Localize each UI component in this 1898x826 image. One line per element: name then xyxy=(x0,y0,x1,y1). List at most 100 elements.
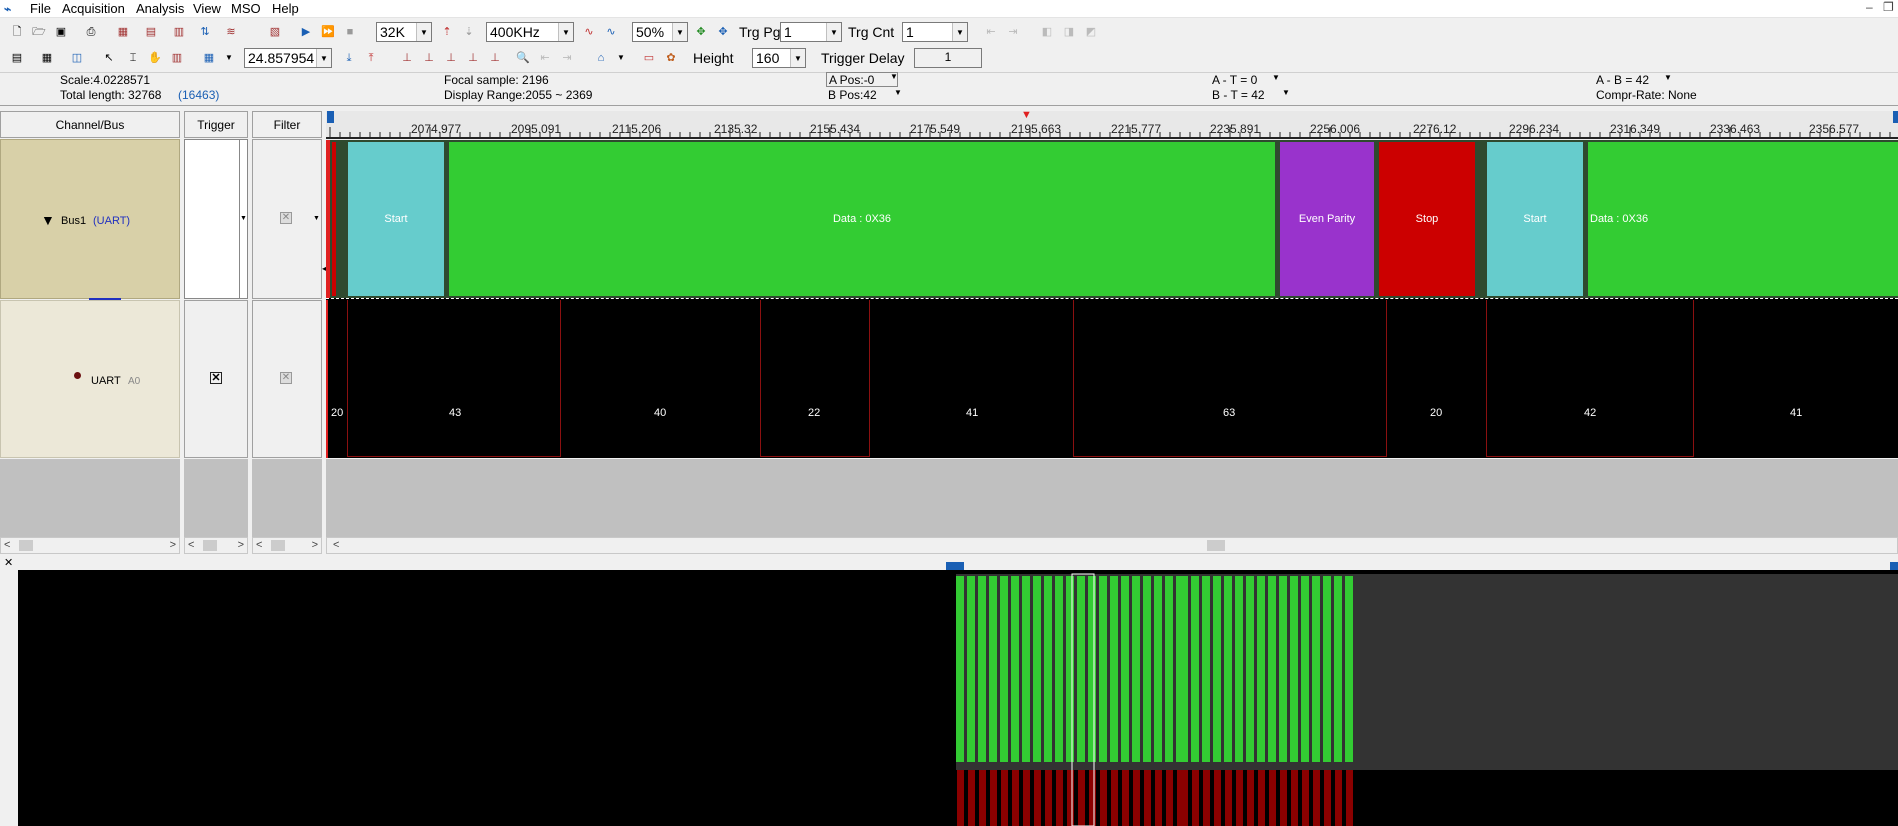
scroll-right-icon[interactable]: > xyxy=(238,539,244,551)
bus-filter-cell[interactable]: ✕ ▼ xyxy=(252,139,322,299)
rate-decrease-icon[interactable]: ∿ xyxy=(602,23,620,41)
filter-checkbox-icon[interactable]: ✕ xyxy=(280,212,292,224)
palette-icon[interactable]: ✿ xyxy=(662,49,680,67)
zoom-grid-icon[interactable]: ▦ xyxy=(200,49,218,67)
sample-rate-select[interactable]: 400KHz ▼ xyxy=(486,22,574,42)
zoom-in-icon[interactable]: ⤓ xyxy=(340,49,358,67)
waveform-scrollbar[interactable]: < xyxy=(326,537,1898,554)
depth-select[interactable]: 32K ▼ xyxy=(376,22,432,42)
height-select[interactable]: 160 ▼ xyxy=(752,48,806,68)
home-icon[interactable]: ⌂ xyxy=(592,49,610,67)
depth-increase-icon[interactable]: ⇡ xyxy=(438,23,456,41)
bus-trigger-cell[interactable]: ▼ xyxy=(184,139,248,299)
filter-column-scrollbar[interactable]: < > xyxy=(252,537,322,554)
chevron-down-icon[interactable]: ▼ xyxy=(1664,73,1672,82)
channel-row[interactable]: UART A0 xyxy=(0,300,180,458)
zoom-select[interactable]: 24.857954 ▼ xyxy=(244,48,332,68)
bar-a-icon[interactable]: ⊥ xyxy=(398,49,416,67)
nav-prev-icon[interactable]: ◧ xyxy=(1038,23,1056,41)
chevron-down-icon[interactable]: ▼ xyxy=(894,88,902,97)
trigger-any-edge-icon[interactable]: ✕ xyxy=(210,372,222,384)
search-icon[interactable]: 🔍 xyxy=(514,49,532,67)
scroll-thumb[interactable] xyxy=(1207,540,1225,551)
pointer-icon[interactable]: ↖ xyxy=(100,49,118,67)
scroll-thumb[interactable] xyxy=(19,540,33,551)
menu-analysis[interactable]: Analysis xyxy=(136,1,184,16)
channel-settings-icon[interactable]: ▤ xyxy=(142,23,160,41)
chevron-down-icon[interactable]: ▼ xyxy=(1282,88,1290,97)
filter-checkbox-icon[interactable]: ✕ xyxy=(280,372,292,384)
stop-icon[interactable]: ■ xyxy=(341,23,359,41)
bus-row[interactable]: ▼ Bus1 (UART) xyxy=(0,139,180,300)
expand-triangle-icon[interactable]: ▼ xyxy=(41,212,55,228)
trg-cnt-select[interactable]: 1 ▼ xyxy=(902,22,968,42)
zoom-out-icon[interactable]: ⤒ xyxy=(362,49,380,67)
capture-settings-icon[interactable]: ▦ xyxy=(114,23,132,41)
trigger-delay-input[interactable]: 1 xyxy=(914,48,982,68)
decode-data-segment[interactable]: Data : 0X36 xyxy=(449,142,1275,296)
overview-panel[interactable] xyxy=(18,570,1898,826)
layers-icon[interactable]: ◫ xyxy=(68,49,86,67)
trigger-position-select[interactable]: 50% ▼ xyxy=(632,22,688,42)
nav-next-icon[interactable]: ◨ xyxy=(1060,23,1078,41)
a-pos-field[interactable]: A Pos:-0 xyxy=(826,72,898,87)
scroll-thumb[interactable] xyxy=(203,540,217,551)
channel-filter-cell[interactable]: ✕ xyxy=(252,300,322,458)
record-icon[interactable]: ▧ xyxy=(266,23,284,41)
run-icon[interactable]: ▶ xyxy=(297,23,315,41)
chevron-down-icon[interactable]: ▼ xyxy=(313,215,320,222)
search-prev-icon[interactable]: ⇤ xyxy=(536,49,554,67)
menu-help[interactable]: Help xyxy=(272,1,299,16)
new-file-icon[interactable]: 🗋 xyxy=(8,23,26,41)
trigger-column-scrollbar[interactable]: < > xyxy=(184,537,248,554)
close-icon[interactable]: ✕ xyxy=(4,556,13,569)
byte-cell[interactable] xyxy=(760,300,870,457)
overview-end-marker[interactable] xyxy=(1890,562,1898,570)
overview-start-marker[interactable] xyxy=(946,562,964,570)
trigger-marker-icon[interactable]: ▼ xyxy=(1021,109,1032,121)
position-right-icon[interactable]: ✥ xyxy=(714,23,732,41)
search-next-icon[interactable]: ⇥ xyxy=(558,49,576,67)
scroll-right-icon[interactable]: > xyxy=(312,539,318,551)
waveform-view-icon[interactable]: ▤ xyxy=(8,49,26,67)
chevron-down-icon[interactable]: ▼ xyxy=(890,72,898,81)
menu-acquisition[interactable]: Acquisition xyxy=(62,1,125,16)
menu-file[interactable]: File xyxy=(30,1,51,16)
print-icon[interactable]: ⎙ xyxy=(82,23,100,41)
open-folder-icon[interactable]: 🗁 xyxy=(30,23,48,41)
decode-stop-segment[interactable]: Stop xyxy=(1379,142,1475,296)
byte-cell[interactable] xyxy=(347,300,561,457)
bar-ab-icon[interactable]: ⊥ xyxy=(442,49,460,67)
restore-icon[interactable]: ❐ xyxy=(1883,0,1894,14)
chevron-down-icon[interactable]: ▼ xyxy=(240,215,247,222)
channel-trigger-cell[interactable]: ✕ xyxy=(184,300,248,458)
trg-pg-select[interactable]: 1 ▼ xyxy=(780,22,842,42)
channel-list-scrollbar[interactable]: < > xyxy=(0,537,180,554)
grid-view-icon[interactable]: ▦ xyxy=(38,49,56,67)
scroll-left-icon[interactable]: < xyxy=(333,539,339,551)
hand-icon[interactable]: ✋ xyxy=(146,49,164,67)
minimize-icon[interactable]: – xyxy=(1866,0,1873,14)
bar-all-icon[interactable]: ⊥ xyxy=(486,49,504,67)
decode-start-segment[interactable]: Start xyxy=(1487,142,1583,296)
byte-cell[interactable] xyxy=(1486,300,1694,457)
menu-mso[interactable]: MSO xyxy=(231,1,261,16)
scroll-left-icon[interactable]: < xyxy=(188,539,194,551)
bus-icon[interactable]: ▭ xyxy=(640,49,658,67)
decode-parity-segment[interactable]: Even Parity xyxy=(1280,142,1374,296)
bar-t-icon[interactable]: ⊥ xyxy=(464,49,482,67)
scroll-right-icon[interactable]: > xyxy=(170,539,176,551)
measure-icon[interactable]: ▥ xyxy=(168,49,186,67)
byte-cell[interactable] xyxy=(1073,300,1387,457)
continuous-run-icon[interactable]: ⏩ xyxy=(319,23,337,41)
logic-settings-icon[interactable]: ≋ xyxy=(222,23,240,41)
depth-decrease-icon[interactable]: ⇣ xyxy=(460,23,478,41)
ruler-start-marker[interactable] xyxy=(327,111,334,123)
decode-start-segment[interactable]: Start xyxy=(348,142,444,296)
chevron-down-icon[interactable]: ▼ xyxy=(612,49,630,67)
rate-increase-icon[interactable]: ∿ xyxy=(580,23,598,41)
bar-b-icon[interactable]: ⊥ xyxy=(420,49,438,67)
cursor-icon[interactable]: ⌶ xyxy=(124,49,142,67)
decode-data-segment[interactable]: Data : 0X36 xyxy=(1588,142,1898,296)
save-icon[interactable]: ▣ xyxy=(52,23,70,41)
